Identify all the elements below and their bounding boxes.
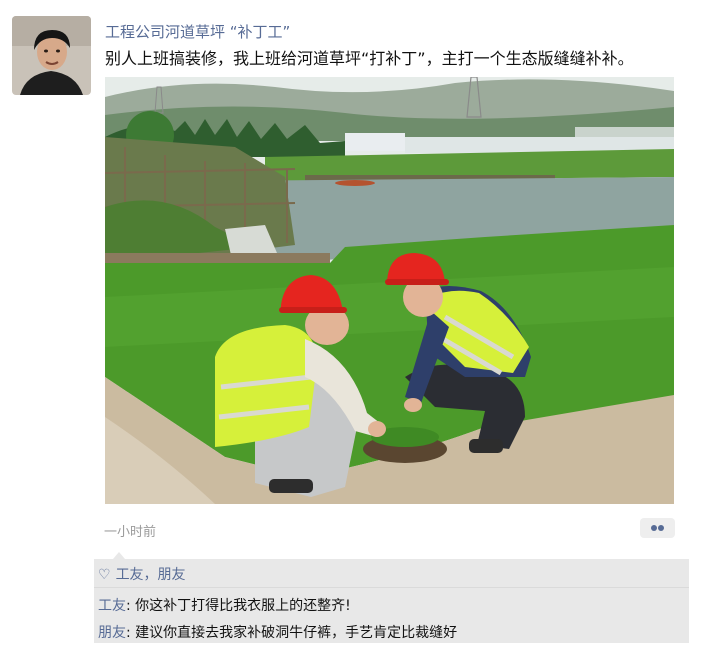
post-photo[interactable] <box>105 77 674 504</box>
more-actions-button[interactable] <box>640 518 675 538</box>
comment-item[interactable]: 朋友: 建议你直接去我家补破洞牛仔裤，手艺肯定比裁缝好 <box>98 622 457 642</box>
post-time: 一小时前 <box>104 525 157 540</box>
heart-icon: ♡ <box>98 567 111 583</box>
likes-row: ♡ 工友，朋友 <box>98 564 186 584</box>
profile-avatar-icon <box>12 16 91 95</box>
photo-of-workers-patching-riverside-lawn-icon <box>105 77 674 504</box>
likes-names[interactable]: 工友，朋友 <box>116 567 186 583</box>
interactions-panel: ♡ 工友，朋友 工友: 你这补丁打得比我衣服上的还整齐! 朋友: 建议你直接去我家… <box>94 559 689 643</box>
dot-icon <box>651 525 657 531</box>
comment-text: 你这补丁打得比我衣服上的还整齐! <box>135 598 351 614</box>
post-text: 别人上班搞装修，我上班给河道草坪“打补丁”，主打一个生态版缝缝补补。 <box>105 49 634 68</box>
author-name[interactable]: 工程公司河道草坪 “补丁工” <box>105 21 290 42</box>
comment-item[interactable]: 工友: 你这补丁打得比我衣服上的还整齐! <box>98 595 351 615</box>
panel-caret <box>113 552 125 559</box>
comment-text: 建议你直接去我家补破洞牛仔裤，手艺肯定比裁缝好 <box>135 625 458 641</box>
comment-author[interactable]: 工友 <box>98 598 126 614</box>
comment-author[interactable]: 朋友 <box>98 625 126 641</box>
avatar[interactable] <box>12 16 91 95</box>
comment-colon: : <box>126 625 136 641</box>
comment-colon: : <box>126 598 136 614</box>
divider <box>94 587 689 588</box>
dot-icon <box>658 525 664 531</box>
